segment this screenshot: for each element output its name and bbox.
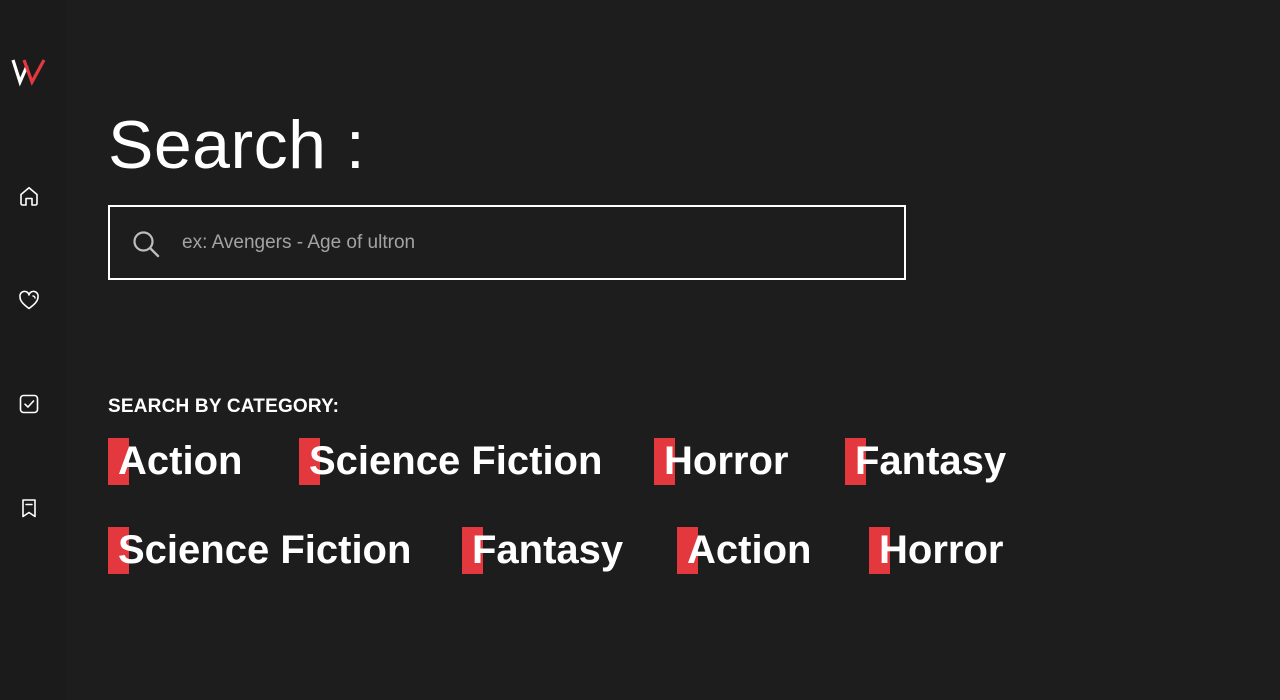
category-label: Horror: [664, 439, 789, 483]
category-label: Science Fiction: [309, 439, 603, 483]
category-tag[interactable]: Action: [108, 437, 242, 485]
app-logo[interactable]: [10, 56, 48, 88]
category-label: Horror: [879, 528, 1004, 572]
category-tag[interactable]: Horror: [869, 526, 1003, 574]
search-input[interactable]: [182, 207, 882, 278]
sidebar-item-watchlist[interactable]: [14, 493, 44, 523]
search-icon: [133, 231, 160, 258]
category-tag[interactable]: Fantasy: [462, 526, 623, 574]
heart-icon: [19, 290, 39, 310]
category-tag[interactable]: Science Fiction: [108, 526, 411, 574]
category-label: Science Fiction: [118, 528, 412, 572]
category-label: Action: [118, 439, 243, 483]
category-label: Fantasy: [855, 439, 1007, 483]
page-title: Search :: [108, 107, 366, 183]
category-label: Fantasy: [472, 528, 624, 572]
sidebar: [0, 0, 66, 700]
sidebar-item-watched[interactable]: [14, 389, 44, 419]
category-label: Action: [687, 528, 812, 572]
logo-w-icon: [11, 59, 46, 87]
checkbox-icon: [19, 394, 39, 414]
main-content: Search : SEARCH BY CATEGORY: Action Scie…: [108, 0, 1280, 700]
category-heading: SEARCH BY CATEGORY:: [108, 396, 340, 417]
sidebar-item-home[interactable]: [14, 181, 44, 211]
home-icon: [20, 187, 38, 206]
category-tag[interactable]: Action: [677, 526, 811, 574]
category-tag[interactable]: Horror: [654, 437, 788, 485]
category-tag[interactable]: Fantasy: [845, 437, 1006, 485]
search-box[interactable]: [108, 205, 906, 280]
category-tag[interactable]: Science Fiction: [299, 437, 602, 485]
bookmark-icon: [22, 499, 36, 518]
sidebar-item-favorites[interactable]: [14, 285, 44, 315]
